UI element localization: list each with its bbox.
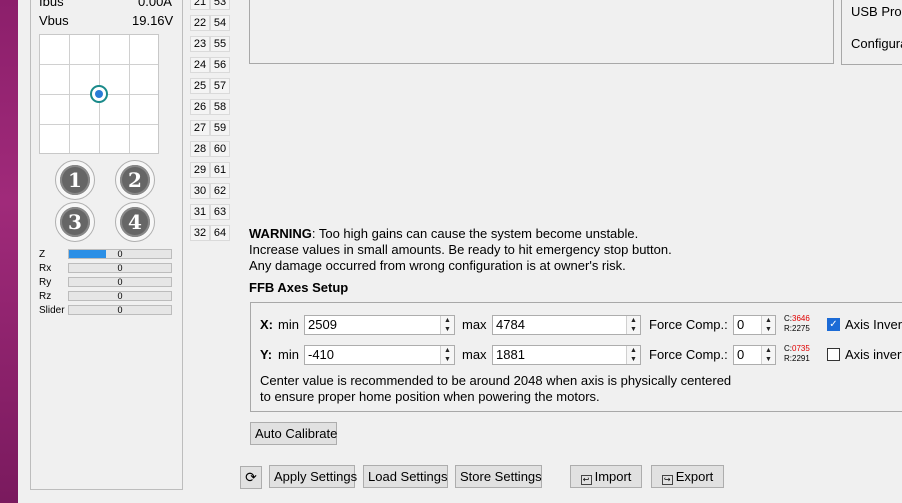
button-number-cell: 55 xyxy=(210,36,230,52)
button-number-cell: 23 xyxy=(190,36,210,52)
button-number-cell: 57 xyxy=(210,78,230,94)
button-number-cell: 61 xyxy=(210,162,230,178)
x-axis-invert-checkbox[interactable]: ✓ xyxy=(827,318,840,331)
export-button[interactable]: ↪ Export xyxy=(651,465,724,488)
button-number-cell: 62 xyxy=(210,183,230,199)
vbus-label: Vbus xyxy=(39,13,69,28)
y-axis-invert-label[interactable]: Axis invert xyxy=(845,347,902,362)
button-number-cell: 29 xyxy=(190,162,210,178)
y-cr-readout: C:0735 R:2291 xyxy=(784,344,810,363)
axis-ry-bar: 0 xyxy=(68,277,172,287)
y-max-spin-arrows[interactable]: ▲ ▼ xyxy=(626,346,640,364)
x-force-spin-arrows[interactable]: ▲ ▼ xyxy=(761,316,775,334)
content-box xyxy=(249,0,834,64)
button-number-cell: 27 xyxy=(190,120,210,136)
axis-z-bar: 0 xyxy=(68,249,172,259)
axis-rx-bar: 0 xyxy=(68,263,172,273)
button-2-indicator: 2 xyxy=(115,160,155,200)
refresh-icon[interactable]: ⟳ xyxy=(240,466,262,489)
ffb-axes-title: FFB Axes Setup xyxy=(249,280,349,295)
button-number-cell: 32 xyxy=(190,225,210,241)
store-settings-button[interactable]: Store Settings xyxy=(455,465,542,488)
desktop-background xyxy=(0,0,18,503)
ibus-value: 0.00A xyxy=(138,0,172,9)
configuration-label[interactable]: Configura xyxy=(851,36,902,51)
x-force-comp-label: Force Comp.: xyxy=(649,317,728,332)
button-number-cell: 56 xyxy=(210,57,230,73)
joystick-position-grid xyxy=(39,34,159,154)
axis-slider-bar: 0 xyxy=(68,305,172,315)
axis-rz-label: Rz xyxy=(39,291,52,302)
y-force-spin-arrows[interactable]: ▲ ▼ xyxy=(761,346,775,364)
button-number-cell: 63 xyxy=(210,204,230,220)
button-number-cell: 54 xyxy=(210,15,230,31)
y-max-label: max xyxy=(462,347,487,362)
x-axis-invert-label[interactable]: Axis Invert xyxy=(845,317,902,332)
y-axis-label: Y: xyxy=(260,347,273,362)
x-max-label: max xyxy=(462,317,487,332)
x-min-input[interactable]: 2509 ▲ ▼ xyxy=(304,315,455,335)
usb-product-label[interactable]: USB Prod xyxy=(851,4,902,19)
x-cr-readout: C:3646 R:2275 xyxy=(784,314,810,333)
button-number-cell: 28 xyxy=(190,141,210,157)
apply-settings-button[interactable]: Apply Settings xyxy=(269,465,357,488)
x-max-input[interactable]: 4784 ▲ ▼ xyxy=(492,315,641,335)
export-icon: ↪ xyxy=(661,475,673,485)
axis-slider-label: Slider xyxy=(39,305,65,316)
ibus-label: Ibus xyxy=(39,0,64,9)
x-max-spin-arrows[interactable]: ▲ ▼ xyxy=(626,316,640,334)
auto-calibrate-button[interactable]: Auto Calibrate xyxy=(250,422,337,445)
button-number-grid: 21 53 22 54 23 55 24 56 25 57 26 58 27 59 28 60 29 61 30 62… xyxy=(190,0,230,241)
y-axis-invert-checkbox[interactable] xyxy=(827,348,840,361)
button-number-cell: 60 xyxy=(210,141,230,157)
button-1-indicator: 1 xyxy=(55,160,95,200)
y-max-input[interactable]: 1881 ▲ ▼ xyxy=(492,345,641,365)
y-min-label: min xyxy=(278,347,299,362)
button-number-cell: 22 xyxy=(190,15,210,31)
x-force-comp-input[interactable]: 0 ▲ ▼ xyxy=(733,315,776,335)
axis-z-fill xyxy=(69,250,106,258)
load-settings-button[interactable]: Load Settings xyxy=(363,465,448,488)
button-number-cell: 24 xyxy=(190,57,210,73)
center-value-note: Center value is recommended to be around… xyxy=(260,373,732,404)
button-number-cell: 31 xyxy=(190,204,210,220)
button-number-cell: 59 xyxy=(210,120,230,136)
x-axis-label: X: xyxy=(260,317,273,332)
axis-ry-label: Ry xyxy=(39,277,52,288)
axis-z-label: Z xyxy=(39,249,46,260)
button-4-indicator: 4 xyxy=(115,202,155,242)
button-number-cell: 30 xyxy=(190,183,210,199)
vbus-value: 19.16V xyxy=(132,13,174,28)
x-min-label: min xyxy=(278,317,299,332)
y-force-comp-input[interactable]: 0 ▲ ▼ xyxy=(733,345,776,365)
y-force-comp-label: Force Comp.: xyxy=(649,347,728,362)
position-cursor-icon xyxy=(90,85,108,103)
import-icon: ↩ xyxy=(580,475,592,485)
button-number-cell: 58 xyxy=(210,99,230,115)
y-min-spin-arrows[interactable]: ▲ ▼ xyxy=(440,346,454,364)
button-number-cell: 25 xyxy=(190,78,210,94)
button-3-indicator: 3 xyxy=(55,202,95,242)
button-number-cell: 64 xyxy=(210,225,230,241)
axis-rx-label: Rx xyxy=(39,263,52,274)
axis-rz-bar: 0 xyxy=(68,291,172,301)
y-min-input[interactable]: -410 ▲ ▼ xyxy=(304,345,455,365)
warning-text: WARNING: Too high gains can cause the sy… xyxy=(249,226,672,273)
button-number-cell: 21 xyxy=(190,0,210,10)
button-number-cell: 26 xyxy=(190,99,210,115)
import-button[interactable]: ↩ Import xyxy=(570,465,642,488)
x-min-spin-arrows[interactable]: ▲ ▼ xyxy=(440,316,454,334)
button-number-cell: 53 xyxy=(210,0,230,10)
